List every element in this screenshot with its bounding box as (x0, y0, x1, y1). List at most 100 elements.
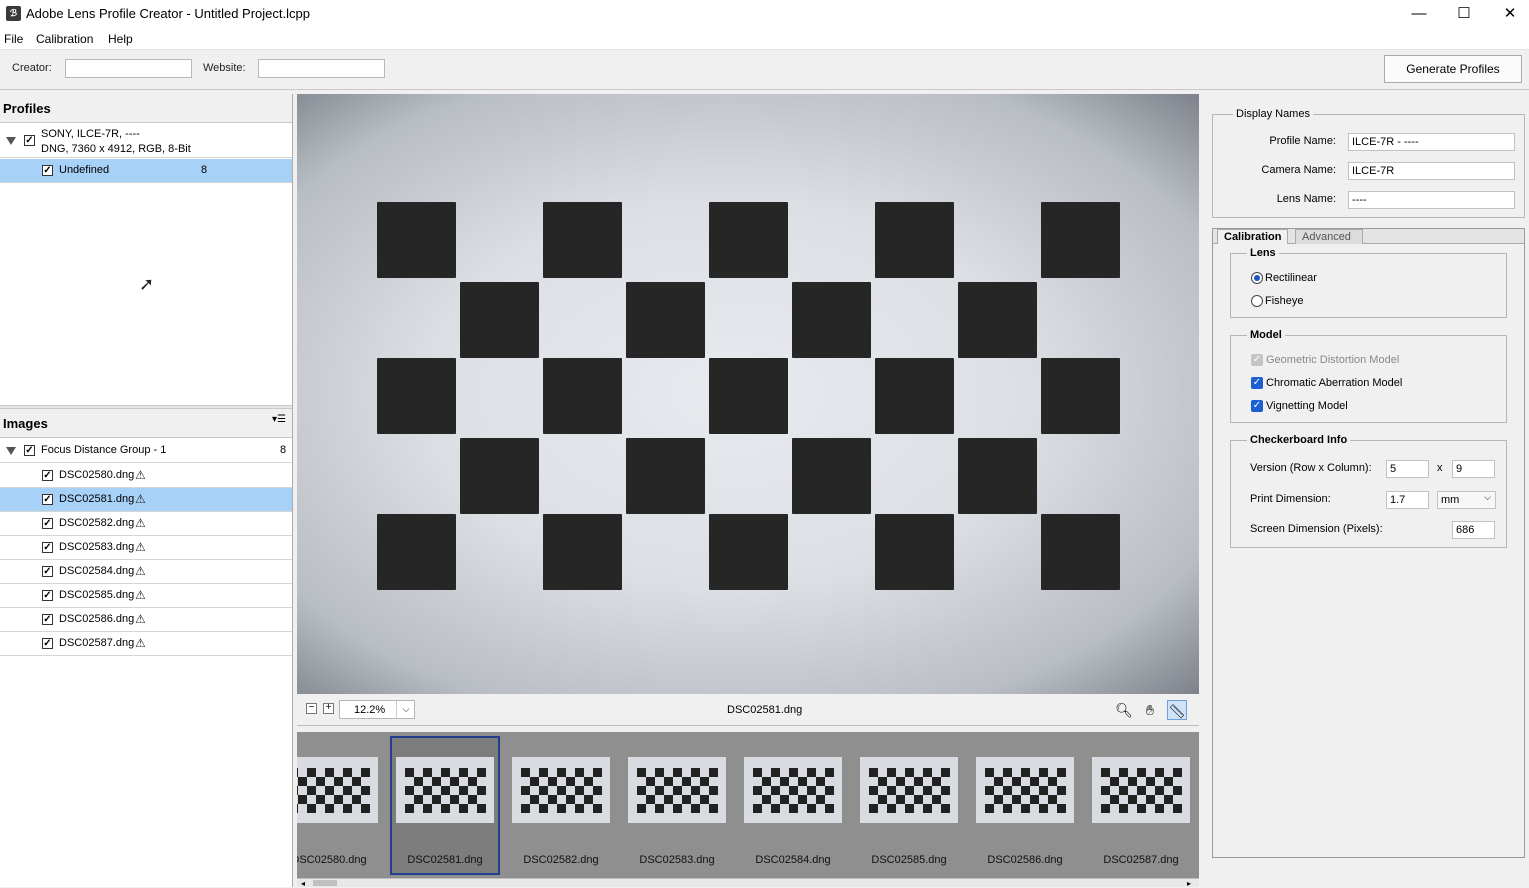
screen-dimension-input[interactable]: 686 (1452, 521, 1495, 539)
profile-item-undefined[interactable]: ✓ Undefined 8 (0, 159, 292, 183)
image-checkbox[interactable]: ✓ (42, 470, 53, 481)
collapse-triangle-icon[interactable] (6, 447, 16, 455)
image-list-item[interactable]: ✓ DSC02584.dng ⚠ (0, 560, 292, 584)
filmstrip-thumbnail[interactable] (744, 757, 842, 823)
calibration-tab-panel: Calibration Advanced Lens Rectilinear Fi… (1212, 228, 1525, 858)
profile-checkbox[interactable]: ✓ (24, 135, 35, 146)
fisheye-radio[interactable] (1251, 295, 1263, 307)
image-checkbox[interactable]: ✓ (42, 590, 53, 601)
camera-line1: SONY, ILCE-7R, ---- (41, 128, 140, 140)
vignetting-checkbox[interactable]: ✓ (1251, 400, 1263, 412)
print-dimension-input[interactable]: 1.7 (1386, 491, 1429, 509)
generate-profiles-button[interactable]: Generate Profiles (1384, 55, 1522, 83)
chevron-down-icon: ⌵ (1484, 492, 1491, 502)
zoom-select[interactable]: 12.2% ⌵ (339, 700, 415, 719)
image-list-item[interactable]: ✓ DSC02580.dng ⚠ (0, 464, 292, 488)
filmstrip-scrollbar[interactable]: ◂ ▸ (297, 878, 1199, 888)
scroll-thumb[interactable] (313, 880, 337, 886)
image-checkbox[interactable]: ✓ (42, 494, 53, 505)
filmstrip-label: DSC02580.dng (297, 854, 367, 866)
menu-file[interactable]: File (4, 32, 23, 46)
image-list-item[interactable]: ✓ DSC02585.dng ⚠ (0, 584, 292, 608)
image-checkbox[interactable]: ✓ (42, 542, 53, 553)
chevron-down-icon[interactable]: ⌵ (396, 701, 415, 718)
profile-item-count: 8 (201, 164, 208, 176)
x-label: x (1437, 462, 1443, 474)
window-title: Adobe Lens Profile Creator - Untitled Pr… (26, 6, 310, 21)
image-list-item[interactable]: ✓ DSC02586.dng ⚠ (0, 608, 292, 632)
image-list-item[interactable]: ✓ DSC02582.dng ⚠ (0, 512, 292, 536)
tab-advanced[interactable]: Advanced (1295, 229, 1363, 244)
unit-select[interactable]: mm ⌵ (1437, 491, 1496, 509)
screen-dimension-label: Screen Dimension (Pixels): (1250, 523, 1383, 535)
image-list-item[interactable]: ✓ DSC02587.dng ⚠ (0, 632, 292, 656)
filmstrip-thumbnail[interactable] (512, 757, 610, 823)
close-button[interactable]: ✕ (1487, 0, 1529, 28)
filmstrip-thumbnail[interactable] (1092, 757, 1190, 823)
filmstrip-thumbnail[interactable] (628, 757, 726, 823)
collapse-triangle-icon[interactable] (6, 137, 16, 145)
profile-item-checkbox[interactable]: ✓ (42, 165, 53, 176)
checkerboard-square (1041, 358, 1120, 434)
images-menu-icon[interactable]: ▾☰ (272, 414, 286, 425)
website-input[interactable] (258, 59, 385, 78)
camera-name-label: Camera Name: (1261, 164, 1336, 176)
image-filename: DSC02582.dng (59, 517, 135, 529)
filmstrip-thumbnail[interactable] (976, 757, 1074, 823)
menu-calibration[interactable]: Calibration (36, 32, 93, 46)
filmstrip-label: DSC02586.dng (987, 854, 1063, 866)
warning-icon: ⚠ (135, 516, 146, 530)
profile-camera-row[interactable]: ✓ SONY, ILCE-7R, ---- DNG, 7360 x 4912, … (0, 124, 292, 158)
filmstrip-thumbnail[interactable] (396, 757, 494, 823)
filmstrip-thumbnail[interactable] (860, 757, 958, 823)
image-filename: DSC02586.dng (59, 613, 135, 625)
warning-icon: ⚠ (135, 468, 146, 482)
zoom-tool-icon[interactable]: 🔍︎ (1114, 700, 1134, 720)
image-checkbox[interactable]: ✓ (42, 614, 53, 625)
minimize-button[interactable]: — (1396, 0, 1442, 28)
warning-icon: ⚠ (135, 636, 146, 650)
image-list-item[interactable]: ✓ DSC02581.dng ⚠ (0, 488, 292, 512)
image-filename: DSC02580.dng (59, 469, 135, 481)
columns-input[interactable]: 9 (1452, 460, 1495, 478)
focus-group-row[interactable]: ✓ Focus Distance Group - 1 8 (0, 439, 292, 463)
zoom-in-button[interactable]: + (323, 703, 334, 714)
rows-input[interactable]: 5 (1386, 460, 1429, 478)
image-checkbox[interactable]: ✓ (42, 518, 53, 529)
lens-group-title: Lens (1247, 247, 1279, 259)
image-list-item[interactable]: ✓ DSC02583.dng ⚠ (0, 536, 292, 560)
checkerboard-square (543, 514, 622, 590)
image-filename: DSC02585.dng (59, 589, 135, 601)
filmstrip[interactable]: DSC02580.dng DSC02581.dng DSC02582.dng DSC0… (297, 732, 1199, 887)
rectilinear-radio[interactable] (1251, 272, 1263, 284)
print-dimension-label: Print Dimension: (1250, 493, 1331, 505)
hand-tool-icon[interactable]: ✋︎ (1140, 700, 1160, 720)
filmstrip-label: DSC02584.dng (755, 854, 831, 866)
image-filename: DSC02581.dng (59, 493, 135, 505)
filmstrip-label: DSC02582.dng (523, 854, 599, 866)
image-checkbox[interactable]: ✓ (42, 566, 53, 577)
right-panel: Display Names Profile Name: ILCE-7R - --… (1204, 94, 1529, 887)
ruler-tool-icon[interactable]: 📏︎ (1167, 700, 1187, 720)
filmstrip-thumbnail[interactable] (297, 757, 378, 823)
lens-group: Lens Rectilinear Fisheye (1230, 247, 1507, 318)
maximize-button[interactable]: ☐ (1441, 0, 1487, 28)
app-icon: ℬ (6, 6, 21, 21)
camera-name-input[interactable]: ILCE-7R (1348, 162, 1515, 180)
lens-name-input[interactable]: ---- (1348, 191, 1515, 209)
filmstrip-label: DSC02583.dng (639, 854, 715, 866)
model-group: Model ✓ Geometric Distortion Model ✓ Chr… (1230, 329, 1507, 423)
tab-calibration[interactable]: Calibration (1217, 229, 1289, 244)
viewer-toolbar: − + 12.2% ⌵ DSC02581.dng 🔍︎ ✋︎ 📏︎ (297, 695, 1199, 726)
chromatic-checkbox[interactable]: ✓ (1251, 377, 1263, 389)
image-viewer[interactable] (297, 94, 1199, 694)
image-checkbox[interactable]: ✓ (42, 638, 53, 649)
focus-group-checkbox[interactable]: ✓ (24, 445, 35, 456)
checkerboard-square (875, 358, 954, 434)
profile-name-input[interactable]: ILCE-7R - ---- (1348, 133, 1515, 151)
menu-help[interactable]: Help (108, 32, 133, 46)
zoom-out-button[interactable]: − (306, 703, 317, 714)
checkerboard-square (958, 438, 1037, 514)
image-filename: DSC02584.dng (59, 565, 135, 577)
creator-input[interactable] (65, 59, 192, 78)
